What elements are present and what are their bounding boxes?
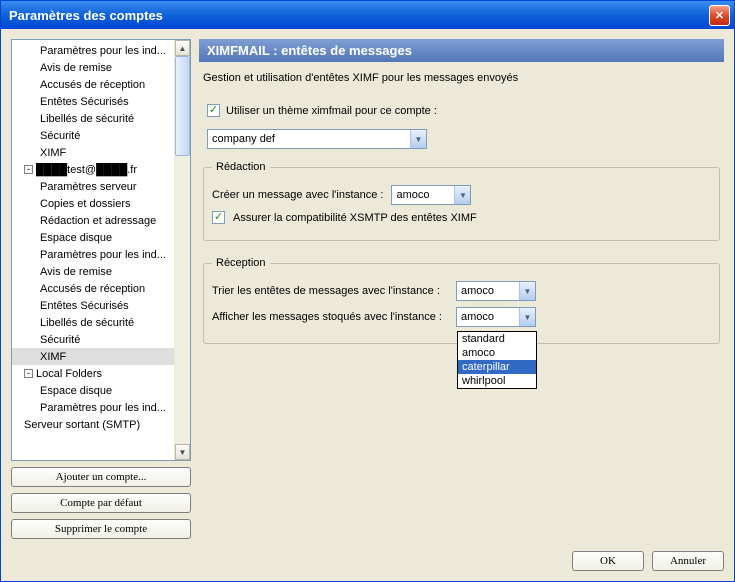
expander-icon[interactable]: - — [24, 165, 33, 174]
create-instance-label: Créer un message avec l'instance : — [212, 189, 383, 201]
tree-item-label: Libellés de sécurité — [40, 113, 134, 125]
tree-item-label: Local Folders — [36, 368, 102, 380]
left-panel: Paramètres pour les ind... Avis de remise… — [11, 39, 191, 539]
content-area: Paramètres pour les ind... Avis de remise… — [1, 29, 734, 545]
tree-item[interactable]: XIMF — [12, 348, 190, 365]
dropdown-option[interactable]: whirlpool — [458, 374, 536, 388]
sort-instance-value: amoco — [457, 285, 519, 297]
tree-item[interactable]: Paramètres pour les ind... — [12, 246, 190, 263]
cancel-button[interactable]: Annuler — [652, 551, 724, 571]
show-instance-label: Afficher les messages stoqués avec l'ins… — [212, 311, 448, 323]
dialog-footer: OK Annuler — [1, 545, 734, 581]
chevron-down-icon: ▼ — [454, 186, 470, 204]
chevron-down-icon: ▼ — [519, 282, 535, 300]
tree-item-label: Avis de remise — [40, 266, 112, 278]
dropdown-option[interactable]: standard — [458, 332, 536, 346]
tree-item[interactable]: Sécurité — [12, 127, 190, 144]
tree-item-label: Rédaction et adressage — [40, 215, 156, 227]
theme-row: ✓ Utiliser un thème ximfmail pour ce com… — [207, 104, 716, 117]
show-instance-value: amoco — [457, 311, 519, 323]
scroll-up-icon[interactable]: ▲ — [175, 40, 190, 56]
chevron-down-icon: ▼ — [519, 308, 535, 326]
tree-item-label: Libellés de sécurité — [40, 317, 134, 329]
tree-item[interactable]: Espace disque — [12, 382, 190, 399]
chevron-down-icon: ▼ — [410, 130, 426, 148]
dropdown-option[interactable]: amoco — [458, 346, 536, 360]
tree-item[interactable]: Espace disque — [12, 229, 190, 246]
tree-item-label: Avis de remise — [40, 62, 112, 74]
theme-combo[interactable]: company def ▼ — [207, 129, 427, 149]
tree-item-label: XIMF — [40, 351, 66, 363]
tree-item[interactable]: Libellés de sécurité — [12, 110, 190, 127]
tree-item-label: Espace disque — [40, 385, 112, 397]
reception-legend: Réception — [212, 257, 270, 269]
show-instance-dropdown[interactable]: standardamococaterpillarwhirlpool — [457, 331, 537, 389]
tree-item-label: Paramètres pour les ind... — [40, 249, 166, 261]
tree-scrollbar[interactable]: ▲ ▼ — [174, 40, 190, 460]
tree-item[interactable]: Avis de remise — [12, 263, 190, 280]
tree-item-label: Paramètres serveur — [40, 181, 137, 193]
show-instance-combo[interactable]: amoco ▼ — [456, 307, 536, 327]
default-account-button[interactable]: Compte par défaut — [11, 493, 191, 513]
tree-item-label: Espace disque — [40, 232, 112, 244]
compat-label: Assurer la compatibilité XSMTP des entêt… — [233, 212, 477, 224]
tree-item[interactable]: Entêtes Sécurisés — [12, 93, 190, 110]
tree-item-label: Sécurité — [40, 334, 80, 346]
tree-item-label: Accusés de réception — [40, 283, 145, 295]
create-instance-combo[interactable]: amoco ▼ — [391, 185, 471, 205]
scroll-thumb[interactable] — [175, 56, 190, 156]
tree-item-label: Entêtes Sécurisés — [40, 300, 129, 312]
theme-checkbox[interactable]: ✓ — [207, 104, 220, 117]
tree-item[interactable]: -Local Folders — [12, 365, 190, 382]
sort-instance-combo[interactable]: amoco ▼ — [456, 281, 536, 301]
tree-item[interactable]: Paramètres pour les ind... — [12, 399, 190, 416]
compat-checkbox[interactable]: ✓ — [212, 211, 225, 224]
window-title: Paramètres des comptes — [9, 8, 163, 23]
tree-item[interactable]: Libellés de sécurité — [12, 314, 190, 331]
accounts-tree[interactable]: Paramètres pour les ind... Avis de remise… — [12, 40, 190, 460]
scroll-down-icon[interactable]: ▼ — [175, 444, 190, 460]
tree-item-label: Paramètres pour les ind... — [40, 45, 166, 57]
tree-item-label: Entêtes Sécurisés — [40, 96, 129, 108]
tree-item[interactable]: Copies et dossiers — [12, 195, 190, 212]
close-icon[interactable]: ✕ — [709, 5, 730, 26]
tree-item-label: Serveur sortant (SMTP) — [24, 419, 140, 431]
tree-item[interactable]: Serveur sortant (SMTP) — [12, 416, 190, 433]
redaction-fieldset: Rédaction Créer un message avec l'instan… — [203, 161, 720, 241]
titlebar: Paramètres des comptes ✕ — [1, 1, 734, 29]
tree-item-label: Accusés de réception — [40, 79, 145, 91]
panel-subtitle: Gestion et utilisation d'entêtes XIMF po… — [199, 70, 724, 92]
sort-instance-label: Trier les entêtes de messages avec l'ins… — [212, 285, 448, 297]
tree-item[interactable]: Paramètres pour les ind... — [12, 42, 190, 59]
theme-value: company def — [208, 133, 410, 145]
tree-item-label: Copies et dossiers — [40, 198, 131, 210]
account-settings-window: Paramètres des comptes ✕ Paramètres pour… — [0, 0, 735, 582]
tree-container: Paramètres pour les ind... Avis de remise… — [11, 39, 191, 461]
reception-fieldset: Réception Trier les entêtes de messages … — [203, 257, 720, 344]
redaction-legend: Rédaction — [212, 161, 270, 173]
expander-icon[interactable]: - — [24, 369, 33, 378]
theme-label: Utiliser un thème ximfmail pour ce compt… — [226, 105, 437, 117]
tree-item-label: XIMF — [40, 147, 66, 159]
tree-item[interactable]: Accusés de réception — [12, 76, 190, 93]
dropdown-option[interactable]: caterpillar — [458, 360, 536, 374]
tree-item[interactable]: Rédaction et adressage — [12, 212, 190, 229]
create-instance-value: amoco — [392, 189, 454, 201]
tree-item-label: Sécurité — [40, 130, 80, 142]
tree-item[interactable]: Paramètres serveur — [12, 178, 190, 195]
tree-item-label: ████test@████.fr — [36, 164, 137, 176]
tree-item[interactable]: XIMF — [12, 144, 190, 161]
ok-button[interactable]: OK — [572, 551, 644, 571]
add-account-button[interactable]: Ajouter un compte... — [11, 467, 191, 487]
tree-item[interactable]: Accusés de réception — [12, 280, 190, 297]
right-panel: XIMFMAIL : entêtes de messages Gestion e… — [199, 39, 724, 539]
delete-account-button[interactable]: Supprimer le compte — [11, 519, 191, 539]
tree-item[interactable]: -████test@████.fr — [12, 161, 190, 178]
tree-item[interactable]: Entêtes Sécurisés — [12, 297, 190, 314]
panel-header: XIMFMAIL : entêtes de messages — [199, 39, 724, 62]
tree-item-label: Paramètres pour les ind... — [40, 402, 166, 414]
tree-item[interactable]: Avis de remise — [12, 59, 190, 76]
tree-item[interactable]: Sécurité — [12, 331, 190, 348]
